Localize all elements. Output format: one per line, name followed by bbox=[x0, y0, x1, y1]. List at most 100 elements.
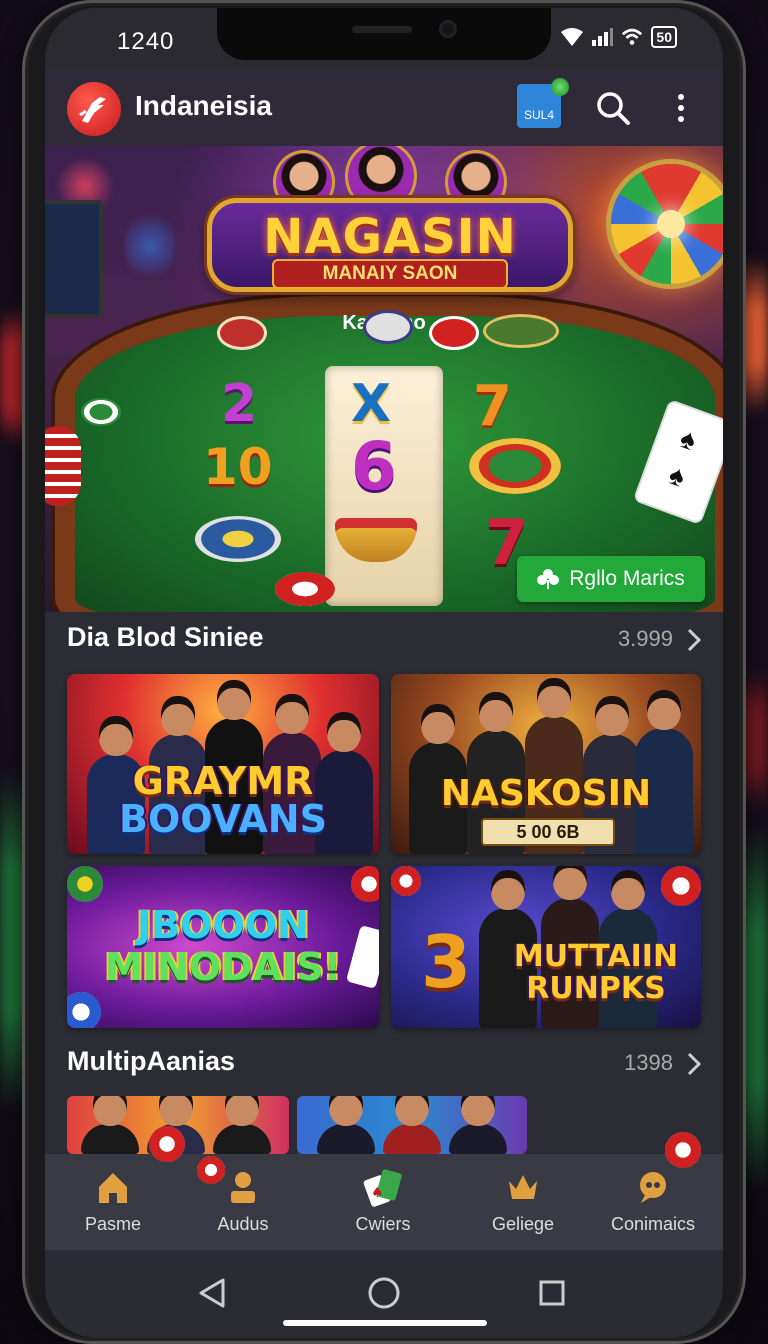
game-tile[interactable]: JBOOON MINODAIS! bbox=[67, 866, 379, 1028]
signal-icon bbox=[561, 28, 584, 46]
kebab-menu-icon bbox=[678, 94, 684, 122]
system-icons: 50 bbox=[561, 26, 677, 48]
wifi-icon bbox=[622, 28, 643, 45]
reel-symbol: 2 bbox=[221, 374, 258, 434]
spade-icon: ♠ bbox=[665, 458, 690, 493]
section-count: 1398 bbox=[624, 1050, 673, 1075]
cards-icon: ♠ bbox=[363, 1169, 402, 1207]
home-button[interactable] bbox=[359, 1268, 409, 1318]
tile-title: BOOVANS bbox=[119, 797, 327, 841]
gesture-home-indicator[interactable] bbox=[283, 1320, 487, 1326]
person-image bbox=[383, 1096, 441, 1154]
phone-screen: 1240 50 Indaneisia SUL4 NAGASIN MANAIY S… bbox=[45, 8, 723, 1338]
spade-icon: ♠ bbox=[676, 422, 701, 457]
tile-subtitle: 5 00 6B bbox=[481, 818, 615, 846]
slot-machine-screen bbox=[45, 200, 103, 318]
tile-title: NASKOSIN bbox=[440, 773, 652, 814]
poker-chip-image bbox=[197, 1156, 225, 1184]
hero-marquee-subtitle: MANAIY SAON bbox=[272, 259, 508, 289]
person-image bbox=[213, 1096, 271, 1154]
poker-chip-image bbox=[67, 866, 103, 902]
poker-chip-image bbox=[391, 866, 421, 896]
poker-chip-image bbox=[665, 1132, 701, 1168]
status-time: 1240 bbox=[117, 28, 175, 55]
poker-chip-image bbox=[275, 572, 335, 606]
nav-label: Cwiers bbox=[355, 1214, 411, 1234]
app-logo[interactable] bbox=[67, 82, 121, 136]
chip-stack bbox=[483, 314, 559, 348]
reel-symbol: 10 bbox=[203, 438, 273, 496]
nav-label: Conimaics bbox=[610, 1214, 696, 1234]
chevron-right-icon bbox=[687, 1052, 701, 1076]
reel-symbol: 6 bbox=[351, 428, 397, 505]
hero-cta-label: Rgllo Marics bbox=[569, 567, 685, 590]
poker-chip-image bbox=[661, 866, 701, 906]
poker-chip-image bbox=[81, 398, 121, 426]
tile-title: MINODAIS! bbox=[105, 945, 341, 989]
battery-indicator: 50 bbox=[651, 26, 677, 48]
poker-chip-image bbox=[149, 1126, 185, 1162]
section-header[interactable]: MultipAanias 1398 bbox=[67, 1046, 701, 1086]
game-strip-tile[interactable] bbox=[297, 1096, 527, 1154]
nav-item-home[interactable]: Pasme bbox=[53, 1166, 173, 1235]
roulette-wheel-image bbox=[611, 164, 723, 284]
chat-icon bbox=[640, 1172, 666, 1203]
back-button[interactable] bbox=[187, 1268, 237, 1318]
app-bar: Indaneisia SUL4 bbox=[45, 70, 723, 146]
chevron-right-icon bbox=[687, 628, 701, 652]
search-button[interactable] bbox=[593, 88, 633, 128]
poker-chip-image bbox=[351, 866, 379, 902]
game-tile[interactable]: 3 MUTTAIIN RUNPKS bbox=[391, 866, 701, 1028]
nav-label: Audus bbox=[217, 1214, 269, 1234]
person-image bbox=[81, 1096, 139, 1154]
reel-symbol: 7 bbox=[473, 374, 512, 439]
hero-banner[interactable]: Ka.ssino NAGASIN MANAIY SAON 2 X 7 10 6 … bbox=[45, 146, 723, 612]
front-camera bbox=[439, 20, 457, 38]
game-tile[interactable]: NASKOSIN 5 00 6B bbox=[391, 674, 701, 854]
nav-label: Pasme bbox=[84, 1214, 142, 1234]
app-title: Indaneisia bbox=[135, 90, 272, 121]
section-title: Dia Blod Siniee bbox=[67, 622, 264, 652]
status-bar: 1240 50 bbox=[45, 8, 723, 70]
recents-square-icon bbox=[539, 1280, 565, 1306]
home-circle-icon bbox=[368, 1277, 400, 1309]
mini-game-button[interactable]: SUL4 bbox=[517, 78, 569, 128]
recents-button[interactable] bbox=[527, 1268, 577, 1318]
cell-signal-icon bbox=[592, 28, 614, 46]
nav-label: Geliege bbox=[491, 1214, 555, 1234]
person-image bbox=[449, 1096, 507, 1154]
horse-logo-icon bbox=[79, 97, 106, 123]
person-icon bbox=[231, 1172, 255, 1203]
bottom-navigation: Pasme Audus ♠ Cwiers Geliege Conimaics bbox=[45, 1154, 723, 1250]
chip-stack bbox=[45, 426, 81, 506]
chip-stack bbox=[429, 316, 479, 350]
clover-icon bbox=[537, 569, 560, 589]
hero-marquee-title: NAGASIN bbox=[263, 209, 517, 265]
section-count: 3.999 bbox=[617, 626, 673, 651]
tile-big-number: 3 bbox=[421, 920, 472, 1004]
chip-stack bbox=[363, 310, 413, 344]
nav-item-geliege[interactable]: Geliege bbox=[463, 1166, 583, 1235]
system-navigation-bar bbox=[45, 1250, 723, 1338]
tile-title: GRAYMR bbox=[132, 759, 314, 803]
chip-symbol-image bbox=[195, 516, 281, 562]
more-options-button[interactable] bbox=[661, 88, 701, 128]
section-title: MultipAanias bbox=[67, 1046, 236, 1076]
nav-item-cwiers[interactable]: ♠ Cwiers bbox=[323, 1166, 443, 1235]
camera-notch bbox=[217, 8, 551, 60]
poker-chip-image bbox=[67, 992, 101, 1028]
nav-item-conimaics[interactable]: Conimaics bbox=[593, 1166, 713, 1235]
back-triangle-icon bbox=[199, 1278, 225, 1308]
svg-text:♠: ♠ bbox=[371, 1185, 384, 1201]
tile-title: MUTTAIIN bbox=[513, 939, 679, 974]
hero-marquee: NAGASIN MANAIY SAON bbox=[207, 198, 573, 292]
crown-icon bbox=[509, 1175, 537, 1199]
hero-cta-button[interactable]: Rgllo Marics bbox=[517, 556, 705, 602]
home-icon bbox=[99, 1173, 127, 1203]
game-tile[interactable]: GRAYMR BOOVANS bbox=[67, 674, 379, 854]
chip-stack bbox=[217, 316, 267, 350]
earpiece-speaker bbox=[352, 26, 412, 33]
bonus-symbol-image bbox=[469, 438, 561, 494]
section-header[interactable]: Dia Blod Siniee 3.999 bbox=[67, 622, 701, 662]
casino-light bbox=[125, 206, 175, 286]
